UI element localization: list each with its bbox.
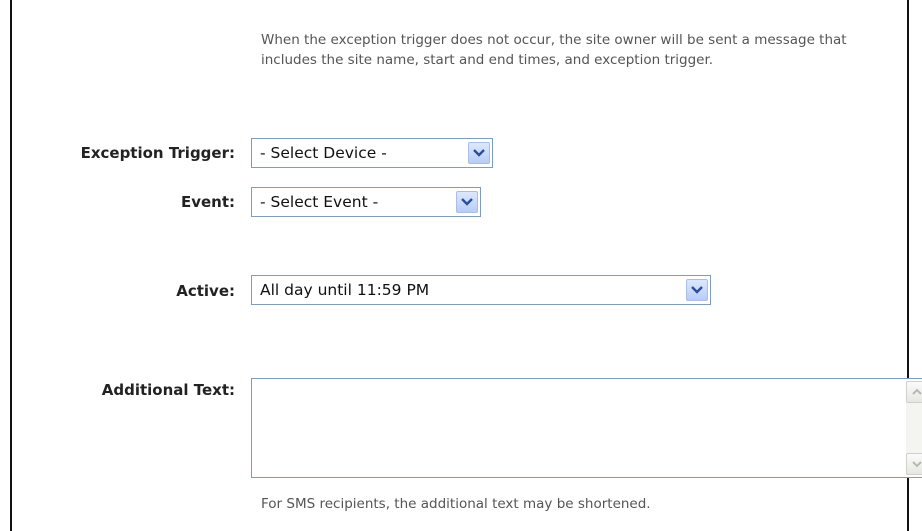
scroll-up-arrow-icon[interactable] [906, 381, 922, 403]
event-select[interactable]: - Select Event - [251, 187, 481, 217]
intro-text: When the exception trigger does not occu… [261, 32, 847, 68]
chevron-down-icon[interactable] [468, 142, 490, 164]
additional-text-label: Additional Text: [101, 381, 235, 399]
event-value: - Select Event - [260, 193, 379, 211]
sms-note: For SMS recipients, the additional text … [261, 496, 651, 512]
active-select[interactable]: All day until 11:59 PM [251, 275, 711, 305]
additional-text-textarea[interactable] [251, 378, 922, 478]
active-label: Active: [176, 282, 235, 300]
event-label: Event: [180, 193, 235, 211]
exception-trigger-select[interactable]: - Select Device - [251, 138, 493, 168]
exception-trigger-value: - Select Device - [260, 144, 387, 162]
textarea-scrollbar[interactable] [906, 381, 922, 475]
exception-trigger-label: Exception Trigger: [80, 144, 235, 162]
chevron-down-icon[interactable] [456, 191, 478, 213]
chevron-down-icon[interactable] [686, 279, 708, 301]
active-value: All day until 11:59 PM [260, 281, 430, 299]
scroll-down-arrow-icon[interactable] [906, 453, 922, 475]
form-panel: When the exception trigger does not occu… [10, 0, 922, 531]
